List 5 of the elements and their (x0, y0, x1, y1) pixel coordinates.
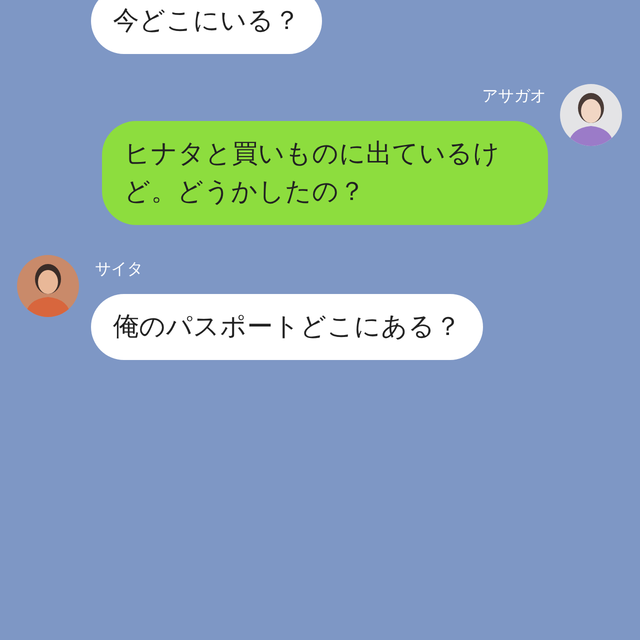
message-bubble: 今どこにいる？ (91, 0, 322, 54)
sender-name: アサガオ (482, 86, 546, 106)
message-bubble: 俺のパスポートどこにある？ (91, 294, 483, 360)
message-bubble: ヒナタと買いものに出ているけど。どうかしたの？ (102, 121, 548, 225)
sender-name: サイタ (95, 259, 143, 279)
